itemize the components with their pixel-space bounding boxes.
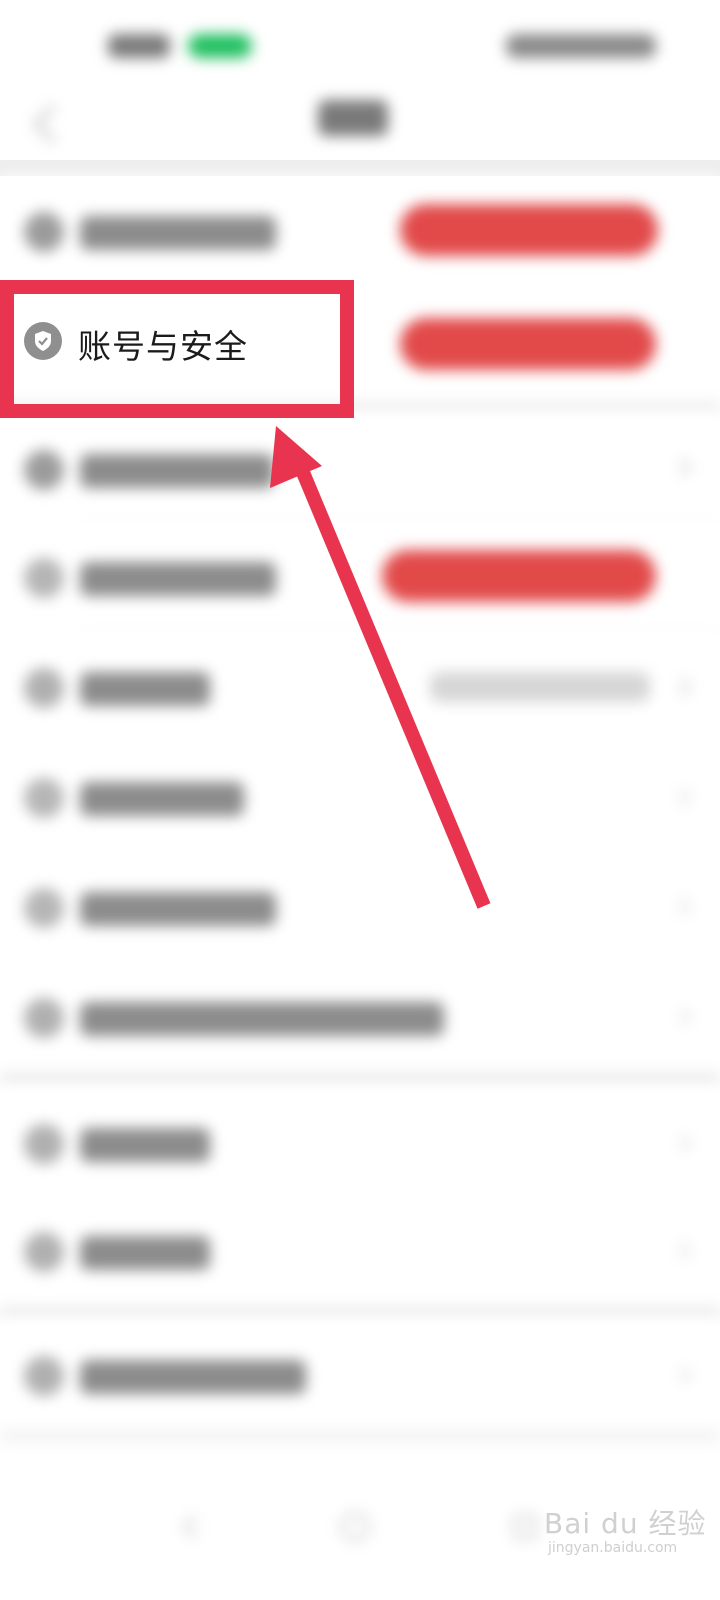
watermark-url: jingyan.baidu.com xyxy=(548,1540,678,1556)
pointer-arrow xyxy=(270,426,491,909)
watermark-brand: Bai du 经验 xyxy=(544,1507,707,1540)
